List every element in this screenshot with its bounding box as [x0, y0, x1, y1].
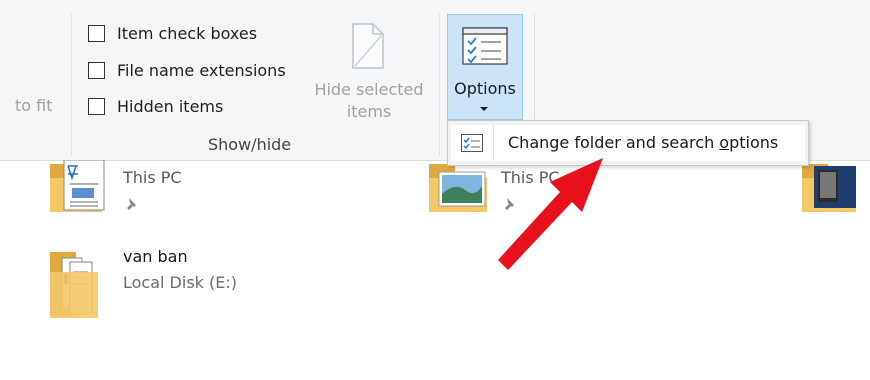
list-item[interactable] [800, 160, 860, 220]
list-item[interactable]: This PC [46, 160, 276, 220]
hide-selected-icon [352, 23, 384, 69]
options-button[interactable]: Options [447, 14, 523, 120]
folder-photo-icon [802, 164, 856, 212]
item-check-boxes-label: Item check boxes [117, 23, 258, 43]
chevron-down-icon [480, 107, 488, 111]
options-icon [462, 27, 508, 65]
hidden-items-checkbox[interactable] [88, 97, 105, 115]
list-item[interactable]: van ban Local Disk (E:) [46, 244, 306, 324]
hide-selected-label-line2: items [346, 102, 392, 121]
hidden-items-option[interactable]: Hidden items [88, 95, 223, 117]
item-title: This PC [123, 168, 182, 187]
file-name-extensions-checkbox[interactable] [88, 61, 105, 79]
hide-selected-label-line1: Hide selected [314, 80, 424, 99]
red-arrow-annotation [498, 158, 603, 270]
folder-files-icon [50, 252, 98, 318]
item-check-boxes-option[interactable]: Item check boxes [88, 22, 257, 44]
hide-selected-items-button[interactable]: Hide selected items [305, 18, 433, 128]
show-hide-group-label: Show/hide [208, 135, 292, 154]
group-divider [71, 14, 72, 156]
folder-picture-icon [429, 164, 487, 212]
item-title: van ban [123, 247, 188, 266]
options-label: Options [454, 79, 516, 98]
folder-document-icon [50, 160, 105, 212]
item-check-boxes-checkbox[interactable] [88, 24, 105, 42]
file-name-extensions-label: File name extensions [117, 60, 286, 80]
folder-options-icon [461, 134, 483, 152]
item-subtitle: Local Disk (E:) [123, 273, 237, 292]
group-divider [439, 14, 440, 156]
hidden-items-label: Hidden items [117, 96, 224, 116]
pin-icon [127, 198, 136, 210]
file-name-extensions-option[interactable]: File name extensions [88, 59, 286, 81]
zoom-to-fit-label[interactable]: to fit [15, 96, 53, 115]
